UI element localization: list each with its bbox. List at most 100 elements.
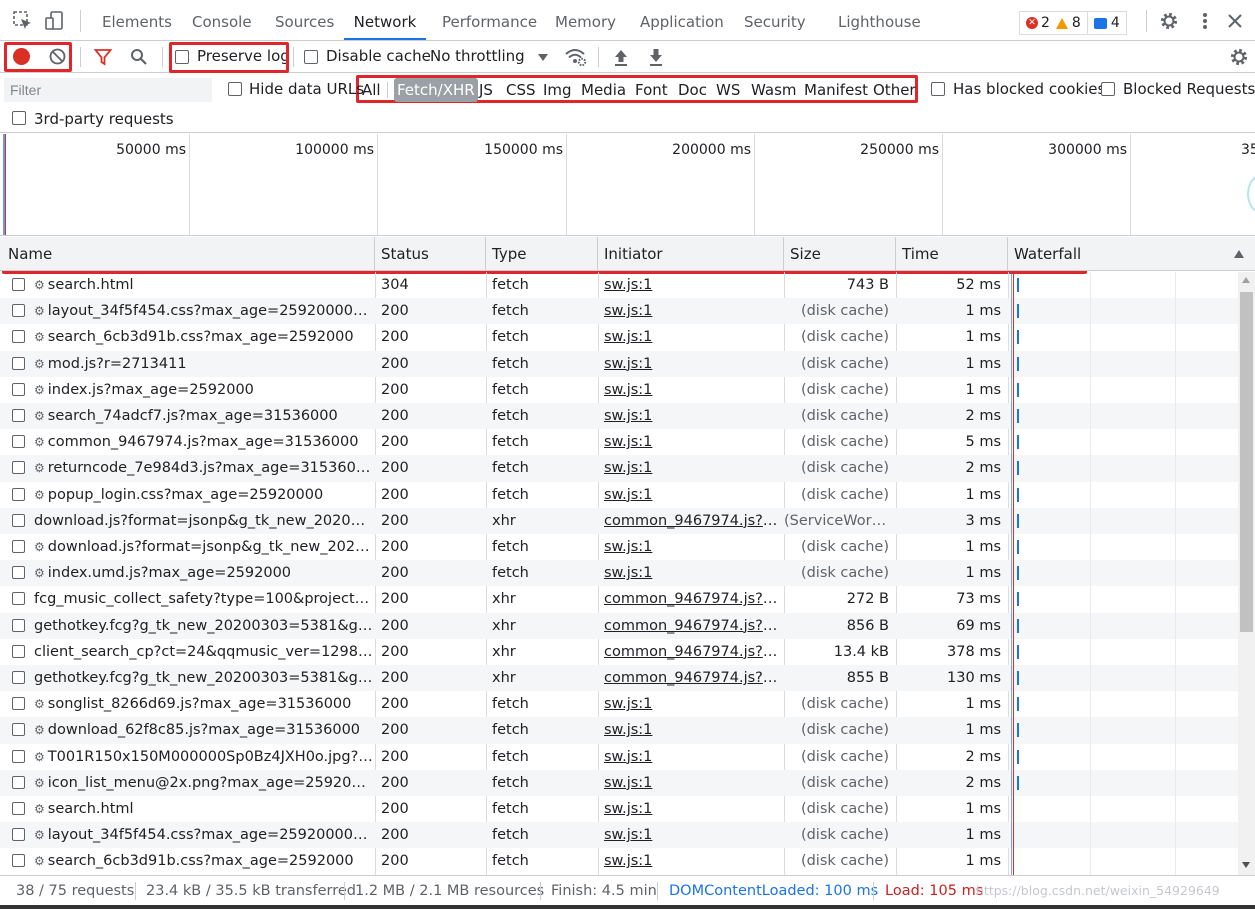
initiator-link[interactable]: sw.js:1 [604, 460, 652, 476]
initiator-link[interactable]: sw.js:1 [604, 408, 652, 424]
cell-initiator[interactable]: common_9467974.js?ma... [598, 508, 783, 534]
row-checkbox[interactable] [12, 382, 25, 396]
row-checkbox[interactable] [12, 304, 25, 318]
row-checkbox[interactable] [12, 513, 25, 527]
row-checkbox[interactable] [12, 802, 25, 815]
filter-type-wasm[interactable]: Wasm [748, 78, 800, 102]
cell-name[interactable]: ⚙ download_62f8c85.js?max_age=31536000 [28, 717, 373, 743]
initiator-link[interactable]: sw.js:1 [604, 434, 652, 450]
cell-initiator[interactable]: sw.js:1 [598, 796, 783, 822]
cell-name[interactable]: ⚙ index.umd.js?max_age=2592000 [28, 560, 373, 586]
initiator-link[interactable]: sw.js:1 [604, 382, 652, 398]
table-row[interactable]: ⚙ download_62f8c85.js?max_age=31536000 200… [0, 717, 1238, 744]
column-header-type[interactable]: Type [486, 237, 598, 271]
cell-initiator[interactable]: sw.js:1 [598, 848, 783, 874]
initiator-link[interactable]: sw.js:1 [604, 801, 652, 817]
initiator-link[interactable]: common_9467974.js?ma... [604, 513, 783, 529]
settings-gear-icon[interactable] [1158, 10, 1180, 32]
has-blocked-cookies-checkbox[interactable] [931, 82, 945, 96]
row-checkbox[interactable] [12, 618, 25, 632]
table-row[interactable]: ⚙ search.html 200 fetch sw.js:1 (disk cache) 1… [0, 796, 1238, 822]
cell-initiator[interactable]: sw.js:1 [598, 298, 783, 324]
close-icon[interactable] [1224, 10, 1246, 32]
table-row[interactable]: ⚙ songlist_8266d69.js?max_age=31536000 200… [0, 691, 1238, 717]
cell-initiator[interactable]: common_9467974.js?ma... [598, 639, 783, 665]
more-options-icon[interactable] [1194, 10, 1216, 32]
table-row[interactable]: ⚙ search_6cb3d91b.css?max_age=2592000 200 f… [0, 324, 1238, 350]
cell-initiator[interactable]: common_9467974.js?ma... [598, 613, 783, 639]
scroll-down-icon[interactable] [1242, 862, 1250, 868]
cell-initiator[interactable]: sw.js:1 [598, 272, 783, 298]
initiator-link[interactable]: sw.js:1 [604, 749, 652, 765]
initiator-link[interactable]: sw.js:1 [604, 539, 652, 555]
cell-name[interactable]: ⚙ search_6cb3d91b.css?max_age=2592000 [28, 324, 373, 350]
table-row[interactable]: ⚙ T001R150x150M000000Sp0Bz4JXH0o.jpg?max.… [0, 744, 1238, 770]
cell-initiator[interactable]: sw.js:1 [598, 324, 783, 350]
table-row[interactable]: ⚙ popup_login.css?max_age=25920000 200 fetc… [0, 482, 1238, 508]
initiator-link[interactable]: common_9467974.js?ma... [604, 591, 783, 607]
initiator-link[interactable]: common_9467974.js?ma... [604, 670, 783, 686]
inspect-element-icon[interactable] [12, 10, 34, 32]
initiator-link[interactable]: sw.js:1 [604, 696, 652, 712]
table-row[interactable]: ⚙ download.js?format=jsonp&g_tk_new_20200… [0, 534, 1238, 560]
tab-sources[interactable]: Sources [275, 0, 334, 40]
row-checkbox[interactable] [12, 697, 25, 711]
scroll-up-icon[interactable] [1242, 277, 1250, 283]
import-har-icon[interactable] [613, 47, 629, 67]
initiator-link[interactable]: sw.js:1 [604, 565, 652, 581]
cell-initiator[interactable]: sw.js:1 [598, 403, 783, 429]
cell-name[interactable]: gethotkey.fcg?g_tk_new_20200303=5381&g_t… [28, 613, 373, 639]
cell-name[interactable]: ⚙ common_9467974.js?max_age=31536000 [28, 429, 373, 455]
initiator-link[interactable]: common_9467974.js?ma... [604, 618, 783, 634]
row-checkbox[interactable] [12, 330, 25, 344]
filter-type-ws[interactable]: WS [713, 78, 743, 102]
cell-name[interactable]: client_search_cp?ct=24&qqmusic_ver=1298&… [28, 639, 373, 665]
table-row[interactable]: ⚙ layout_34f5f454.css?max_age=25920000&v=… [0, 822, 1238, 849]
filter-input[interactable] [4, 78, 212, 102]
cell-initiator[interactable]: sw.js:1 [598, 351, 783, 377]
cell-name[interactable]: ⚙ layout_34f5f454.css?max_age=25920000&v=… [28, 298, 373, 324]
initiator-link[interactable]: sw.js:1 [604, 722, 652, 738]
network-overview-timeline[interactable]: 50000 ms 100000 ms 150000 ms 200000 ms 2… [0, 134, 1255, 236]
initiator-link[interactable]: sw.js:1 [604, 329, 652, 345]
cell-name[interactable]: ⚙ search.html [28, 272, 373, 298]
hide-data-urls-checkbox[interactable] [228, 82, 242, 96]
initiator-link[interactable]: sw.js:1 [604, 487, 652, 503]
table-row[interactable]: fcg_music_collect_safety?type=100&projec… [0, 586, 1238, 612]
cell-name[interactable]: ⚙ songlist_8266d69.js?max_age=31536000 [28, 691, 373, 717]
row-checkbox[interactable] [12, 723, 25, 737]
row-checkbox[interactable] [12, 278, 25, 291]
cell-name[interactable]: ⚙ icon_list_menu@2x.png?max_age=2592000&v… [28, 770, 373, 796]
filter-type-css[interactable]: CSS [503, 78, 539, 102]
network-conditions-icon[interactable] [564, 47, 588, 67]
cell-name[interactable]: fcg_music_collect_safety?type=100&projec… [28, 586, 373, 612]
row-checkbox[interactable] [12, 435, 25, 449]
row-checkbox[interactable] [12, 828, 25, 842]
column-header-size[interactable]: Size [784, 237, 896, 271]
blocked-requests-checkbox[interactable] [1101, 82, 1115, 96]
table-row[interactable]: download.js?format=jsonp&g_tk_new_202003… [0, 507, 1238, 534]
row-checkbox[interactable] [12, 461, 25, 475]
row-checkbox[interactable] [12, 644, 25, 658]
filter-type-other[interactable]: Other [870, 78, 919, 102]
initiator-link[interactable]: sw.js:1 [604, 356, 652, 372]
vertical-scrollbar[interactable] [1238, 272, 1255, 875]
tab-lighthouse[interactable]: Lighthouse [838, 0, 921, 40]
error-counter[interactable]: ✕ 2 8 [1019, 11, 1088, 35]
column-header-initiator[interactable]: Initiator [598, 237, 784, 271]
filter-type-media[interactable]: Media [578, 78, 629, 102]
cell-name[interactable]: ⚙ returncode_7e984d3.js?max_age=31536000 [28, 455, 373, 481]
cell-name[interactable]: download.js?format=jsonp&g_tk_new_202003… [28, 508, 373, 534]
chevron-down-icon[interactable] [538, 54, 548, 61]
initiator-link[interactable]: sw.js:1 [604, 303, 652, 319]
device-toolbar-icon[interactable] [44, 10, 66, 32]
initiator-link[interactable]: sw.js:1 [604, 277, 652, 293]
filter-type-img[interactable]: Img [540, 78, 575, 102]
tab-memory[interactable]: Memory [555, 0, 616, 40]
clear-icon[interactable] [49, 48, 66, 65]
table-row[interactable]: ⚙ layout_34f5f454.css?max_age=25920000&v=… [0, 298, 1238, 325]
filter-type-all[interactable]: All [359, 78, 384, 102]
row-checkbox[interactable] [12, 854, 25, 868]
cell-initiator[interactable]: sw.js:1 [598, 534, 783, 560]
sort-ascending-icon[interactable] [1234, 250, 1244, 258]
